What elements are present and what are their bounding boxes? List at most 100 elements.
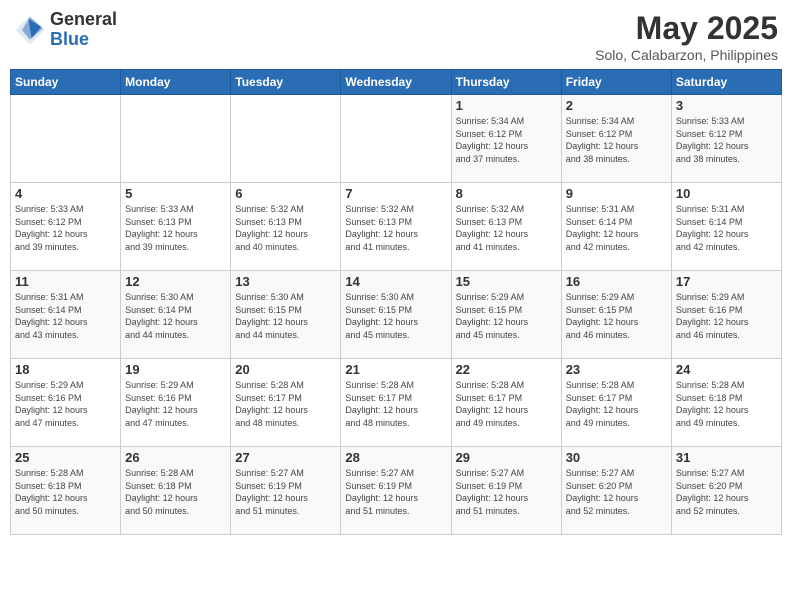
day-info: Sunrise: 5:32 AM Sunset: 6:13 PM Dayligh… xyxy=(345,203,446,253)
calendar-cell: 29 Sunrise: 5:27 AM Sunset: 6:19 PM Dayli… xyxy=(451,447,561,535)
logo-blue: Blue xyxy=(50,30,117,50)
calendar-cell: 7Sunrise: 5:32 AM Sunset: 6:13 PM Daylig… xyxy=(341,183,451,271)
day-info: Sunrise: 5:28 AM Sunset: 6:18 PM Dayligh… xyxy=(125,467,226,517)
calendar-body: 1 Sunrise: 5:34 AM Sunset: 6:12 PM Daylig… xyxy=(11,95,782,535)
calendar-week-5: 25 Sunrise: 5:28 AM Sunset: 6:18 PM Dayli… xyxy=(11,447,782,535)
weekday-header-sunday: Sunday xyxy=(11,70,121,95)
day-info: Sunrise: 5:27 AM Sunset: 6:19 PM Dayligh… xyxy=(235,467,336,517)
day-info: Sunrise: 5:28 AM Sunset: 6:17 PM Dayligh… xyxy=(566,379,667,429)
calendar-week-2: 4 Sunrise: 5:33 AM Sunset: 6:12 PM Daylig… xyxy=(11,183,782,271)
day-info: Sunrise: 5:33 AM Sunset: 6:12 PM Dayligh… xyxy=(676,115,777,165)
day-info: Sunrise: 5:29 AM Sunset: 6:15 PM Dayligh… xyxy=(566,291,667,341)
day-info: Sunrise: 5:32 AM Sunset: 6:13 PM Dayligh… xyxy=(456,203,557,253)
calendar-cell: 19Sunrise: 5:29 AM Sunset: 6:16 PM Dayli… xyxy=(121,359,231,447)
calendar-cell: 21 Sunrise: 5:28 AM Sunset: 6:17 PM Dayli… xyxy=(341,359,451,447)
day-info: Sunrise: 5:31 AM Sunset: 6:14 PM Dayligh… xyxy=(566,203,667,253)
day-info: Sunrise: 5:33 AM Sunset: 6:13 PM Dayligh… xyxy=(125,203,226,253)
weekday-header-thursday: Thursday xyxy=(451,70,561,95)
calendar-cell xyxy=(121,95,231,183)
day-number: 6 xyxy=(235,186,336,201)
weekday-row: SundayMondayTuesdayWednesdayThursdayFrid… xyxy=(11,70,782,95)
weekday-header-tuesday: Tuesday xyxy=(231,70,341,95)
day-number: 15 xyxy=(456,274,557,289)
day-info: Sunrise: 5:28 AM Sunset: 6:17 PM Dayligh… xyxy=(456,379,557,429)
weekday-header-saturday: Saturday xyxy=(671,70,781,95)
calendar-cell: 11 Sunrise: 5:31 AM Sunset: 6:14 PM Dayli… xyxy=(11,271,121,359)
day-number: 10 xyxy=(676,186,777,201)
calendar-cell xyxy=(341,95,451,183)
logo-icon xyxy=(14,14,46,46)
day-number: 31 xyxy=(676,450,777,465)
day-info: Sunrise: 5:28 AM Sunset: 6:18 PM Dayligh… xyxy=(15,467,116,517)
day-info: Sunrise: 5:34 AM Sunset: 6:12 PM Dayligh… xyxy=(456,115,557,165)
day-info: Sunrise: 5:30 AM Sunset: 6:15 PM Dayligh… xyxy=(235,291,336,341)
day-number: 18 xyxy=(15,362,116,377)
day-info: Sunrise: 5:27 AM Sunset: 6:19 PM Dayligh… xyxy=(456,467,557,517)
day-info: Sunrise: 5:29 AM Sunset: 6:16 PM Dayligh… xyxy=(676,291,777,341)
calendar-cell: 10Sunrise: 5:31 AM Sunset: 6:14 PM Dayli… xyxy=(671,183,781,271)
day-info: Sunrise: 5:31 AM Sunset: 6:14 PM Dayligh… xyxy=(15,291,116,341)
day-info: Sunrise: 5:28 AM Sunset: 6:18 PM Dayligh… xyxy=(676,379,777,429)
logo-text: General Blue xyxy=(50,10,117,50)
calendar-cell: 3Sunrise: 5:33 AM Sunset: 6:12 PM Daylig… xyxy=(671,95,781,183)
calendar-cell: 5 Sunrise: 5:33 AM Sunset: 6:13 PM Daylig… xyxy=(121,183,231,271)
day-number: 26 xyxy=(125,450,226,465)
day-number: 21 xyxy=(345,362,446,377)
day-info: Sunrise: 5:27 AM Sunset: 6:20 PM Dayligh… xyxy=(676,467,777,517)
day-info: Sunrise: 5:28 AM Sunset: 6:17 PM Dayligh… xyxy=(235,379,336,429)
day-info: Sunrise: 5:33 AM Sunset: 6:12 PM Dayligh… xyxy=(15,203,116,253)
calendar-header: SundayMondayTuesdayWednesdayThursdayFrid… xyxy=(11,70,782,95)
day-number: 1 xyxy=(456,98,557,113)
day-number: 24 xyxy=(676,362,777,377)
day-number: 29 xyxy=(456,450,557,465)
weekday-header-friday: Friday xyxy=(561,70,671,95)
calendar-week-4: 18 Sunrise: 5:29 AM Sunset: 6:16 PM Dayli… xyxy=(11,359,782,447)
calendar-cell: 9 Sunrise: 5:31 AM Sunset: 6:14 PM Daylig… xyxy=(561,183,671,271)
weekday-header-wednesday: Wednesday xyxy=(341,70,451,95)
day-number: 25 xyxy=(15,450,116,465)
day-info: Sunrise: 5:27 AM Sunset: 6:20 PM Dayligh… xyxy=(566,467,667,517)
day-info: Sunrise: 5:30 AM Sunset: 6:14 PM Dayligh… xyxy=(125,291,226,341)
logo: General Blue xyxy=(14,10,117,50)
day-number: 2 xyxy=(566,98,667,113)
calendar-cell: 31 Sunrise: 5:27 AM Sunset: 6:20 PM Dayli… xyxy=(671,447,781,535)
calendar-cell: 30 Sunrise: 5:27 AM Sunset: 6:20 PM Dayli… xyxy=(561,447,671,535)
day-number: 20 xyxy=(235,362,336,377)
calendar-cell: 18 Sunrise: 5:29 AM Sunset: 6:16 PM Dayli… xyxy=(11,359,121,447)
calendar-cell: 22 Sunrise: 5:28 AM Sunset: 6:17 PM Dayli… xyxy=(451,359,561,447)
day-info: Sunrise: 5:34 AM Sunset: 6:12 PM Dayligh… xyxy=(566,115,667,165)
location: Solo, Calabarzon, Philippines xyxy=(595,47,778,63)
day-number: 16 xyxy=(566,274,667,289)
calendar-cell: 12Sunrise: 5:30 AM Sunset: 6:14 PM Dayli… xyxy=(121,271,231,359)
title-section: May 2025 Solo, Calabarzon, Philippines xyxy=(595,10,778,63)
month-title: May 2025 xyxy=(595,10,778,47)
weekday-header-monday: Monday xyxy=(121,70,231,95)
day-number: 30 xyxy=(566,450,667,465)
day-number: 28 xyxy=(345,450,446,465)
day-number: 9 xyxy=(566,186,667,201)
page-header: General Blue May 2025 Solo, Calabarzon, … xyxy=(10,10,782,63)
calendar-cell xyxy=(231,95,341,183)
day-info: Sunrise: 5:28 AM Sunset: 6:17 PM Dayligh… xyxy=(345,379,446,429)
day-number: 22 xyxy=(456,362,557,377)
day-number: 5 xyxy=(125,186,226,201)
day-number: 4 xyxy=(15,186,116,201)
day-number: 8 xyxy=(456,186,557,201)
calendar-cell: 23Sunrise: 5:28 AM Sunset: 6:17 PM Dayli… xyxy=(561,359,671,447)
calendar-cell: 24 Sunrise: 5:28 AM Sunset: 6:18 PM Dayli… xyxy=(671,359,781,447)
logo-general: General xyxy=(50,10,117,30)
day-info: Sunrise: 5:29 AM Sunset: 6:16 PM Dayligh… xyxy=(125,379,226,429)
calendar-cell: 15Sunrise: 5:29 AM Sunset: 6:15 PM Dayli… xyxy=(451,271,561,359)
day-number: 13 xyxy=(235,274,336,289)
calendar-cell: 1 Sunrise: 5:34 AM Sunset: 6:12 PM Daylig… xyxy=(451,95,561,183)
day-number: 11 xyxy=(15,274,116,289)
day-info: Sunrise: 5:29 AM Sunset: 6:16 PM Dayligh… xyxy=(15,379,116,429)
calendar-cell: 6Sunrise: 5:32 AM Sunset: 6:13 PM Daylig… xyxy=(231,183,341,271)
calendar-cell: 14Sunrise: 5:30 AM Sunset: 6:15 PM Dayli… xyxy=(341,271,451,359)
calendar-cell: 16 Sunrise: 5:29 AM Sunset: 6:15 PM Dayli… xyxy=(561,271,671,359)
day-info: Sunrise: 5:27 AM Sunset: 6:19 PM Dayligh… xyxy=(345,467,446,517)
calendar-cell: 4 Sunrise: 5:33 AM Sunset: 6:12 PM Daylig… xyxy=(11,183,121,271)
calendar-week-1: 1 Sunrise: 5:34 AM Sunset: 6:12 PM Daylig… xyxy=(11,95,782,183)
day-number: 17 xyxy=(676,274,777,289)
day-number: 27 xyxy=(235,450,336,465)
